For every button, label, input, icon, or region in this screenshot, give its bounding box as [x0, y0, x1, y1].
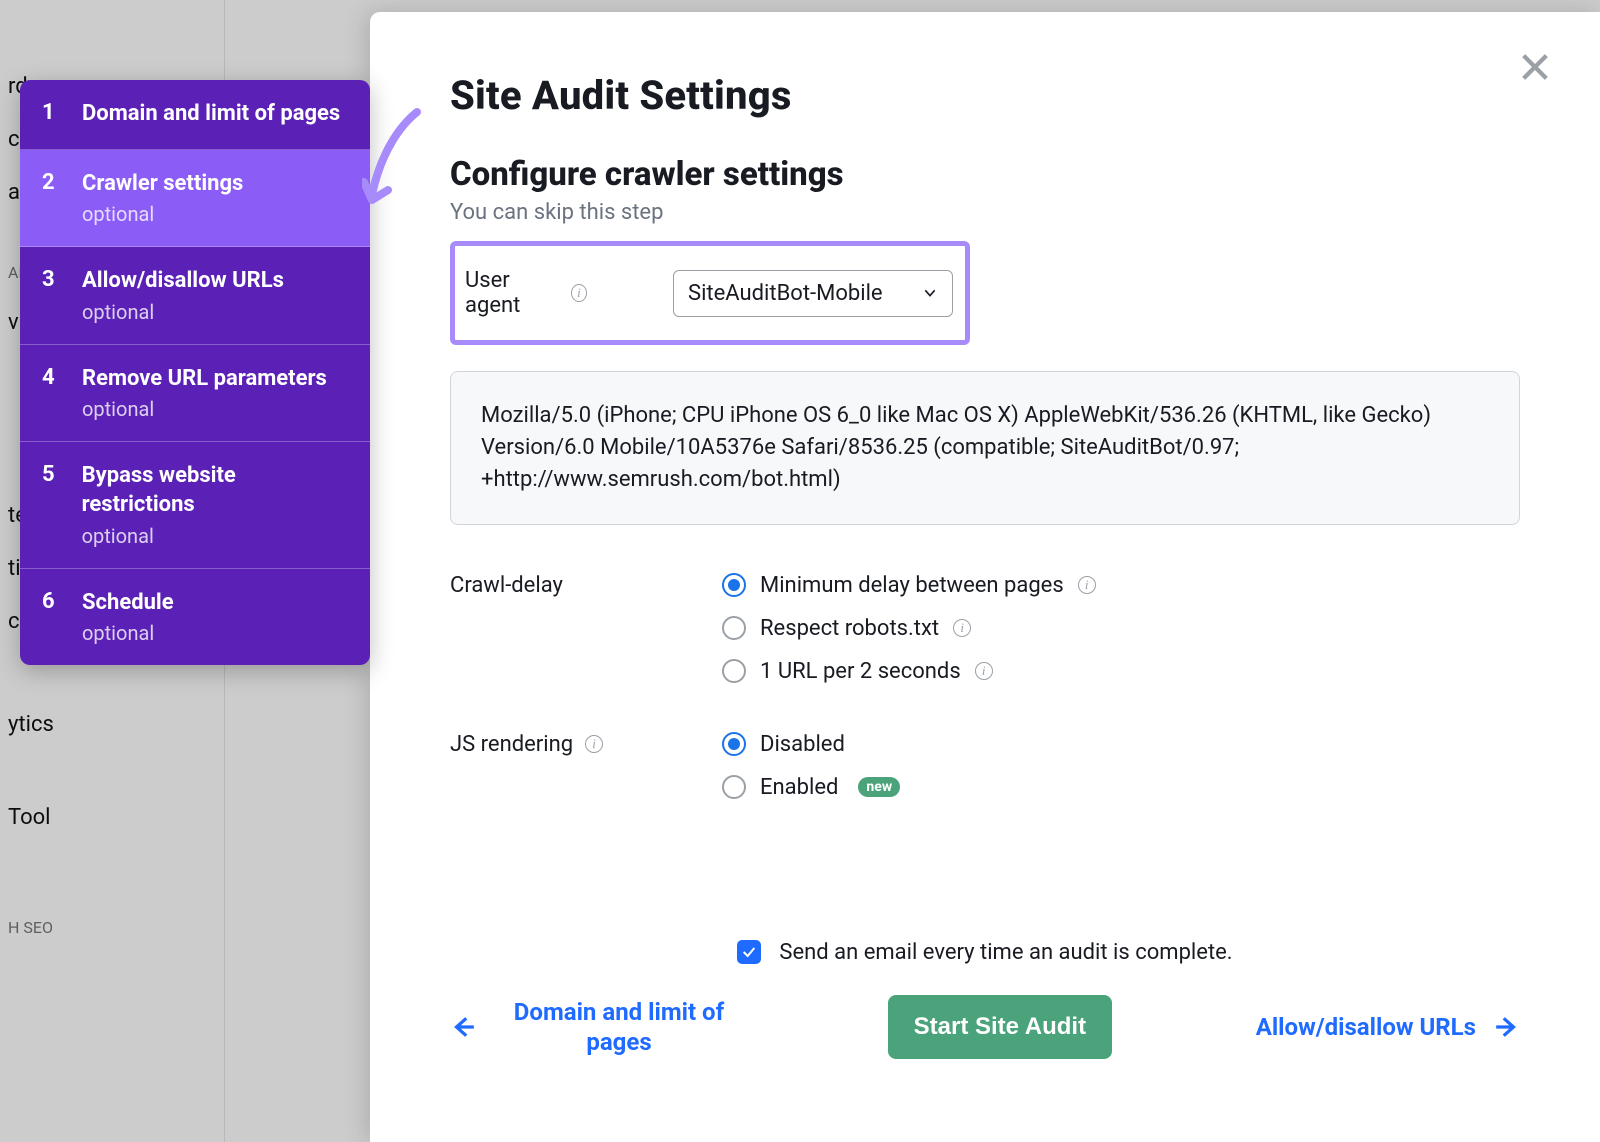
radio-label: Minimum delay between pages	[760, 573, 1064, 598]
settings-modal: Site Audit Settings Configure crawler se…	[370, 12, 1600, 1142]
step-title: Remove URL parameters	[82, 365, 327, 394]
step-number: 1	[42, 100, 60, 129]
step-6[interactable]: 6 Schedule optional	[20, 569, 370, 666]
arrow-right-icon	[1494, 1014, 1520, 1040]
step-5[interactable]: 5 Bypass website restrictions optional	[20, 442, 370, 568]
step-title: Bypass website restrictions	[82, 462, 348, 519]
section-title: Configure crawler settings	[450, 155, 1520, 194]
js-rendering-label: JS rendering	[450, 732, 573, 757]
step-title: Allow/disallow URLs	[82, 267, 284, 296]
radio-icon	[722, 659, 746, 683]
crawl-delay-option-1per2[interactable]: 1 URL per 2 seconds i	[722, 659, 1096, 684]
info-icon[interactable]: i	[953, 619, 971, 637]
step-3[interactable]: 3 Allow/disallow URLs optional	[20, 247, 370, 345]
radio-icon	[722, 616, 746, 640]
info-icon[interactable]: i	[571, 284, 587, 302]
js-rendering-row: JS rendering i Disabled Enabled new	[450, 732, 1520, 800]
radio-label: Disabled	[760, 732, 845, 757]
step-number: 4	[42, 365, 60, 422]
step-optional: optional	[82, 202, 243, 226]
next-step-label: Allow/disallow URLs	[1256, 1012, 1476, 1042]
step-optional: optional	[82, 397, 327, 421]
wizard-steps: 1 Domain and limit of pages 2 Crawler se…	[20, 80, 370, 665]
user-agent-label: User agent i	[465, 268, 587, 318]
js-disabled-option[interactable]: Disabled	[722, 732, 900, 757]
email-checkbox-row[interactable]: Send an email every time an audit is com…	[450, 940, 1520, 965]
next-step-button[interactable]: Allow/disallow URLs	[1256, 1012, 1520, 1042]
step-number: 6	[42, 589, 60, 646]
user-agent-label-text: User agent	[465, 268, 559, 318]
user-agent-row: User agent i SiteAuditBot-Mobile	[450, 241, 970, 345]
step-number: 2	[42, 170, 60, 227]
step-1[interactable]: 1 Domain and limit of pages	[20, 80, 370, 150]
step-title: Schedule	[82, 589, 174, 618]
user-agent-value: SiteAuditBot-Mobile	[688, 281, 883, 306]
arrow-left-icon	[450, 1014, 476, 1040]
radio-label: Enabled	[760, 775, 838, 800]
step-title: Domain and limit of pages	[82, 100, 340, 129]
step-optional: optional	[82, 621, 174, 645]
step-title: Crawler settings	[82, 170, 243, 199]
radio-icon	[722, 732, 746, 756]
step-2[interactable]: 2 Crawler settings optional	[20, 150, 370, 248]
step-optional: optional	[82, 524, 348, 548]
user-agent-string: Mozilla/5.0 (iPhone; CPU iPhone OS 6_0 l…	[450, 371, 1520, 525]
wizard-footer: Domain and limit of pages Start Site Aud…	[450, 995, 1520, 1059]
crawl-delay-label: Crawl-delay	[450, 573, 563, 598]
step-number: 5	[42, 462, 60, 547]
radio-icon	[722, 775, 746, 799]
info-icon[interactable]: i	[975, 662, 993, 680]
step-4[interactable]: 4 Remove URL parameters optional	[20, 345, 370, 443]
info-icon[interactable]: i	[1078, 576, 1096, 594]
step-optional: optional	[82, 300, 284, 324]
start-audit-button[interactable]: Start Site Audit	[888, 995, 1112, 1059]
prev-step-button[interactable]: Domain and limit of pages	[450, 997, 744, 1057]
crawl-delay-option-min[interactable]: Minimum delay between pages i	[722, 573, 1096, 598]
modal-title: Site Audit Settings	[450, 72, 1520, 119]
prev-step-label: Domain and limit of pages	[494, 997, 744, 1057]
chevron-down-icon	[922, 285, 938, 301]
section-hint: You can skip this step	[450, 200, 1520, 225]
email-checkbox-label: Send an email every time an audit is com…	[779, 940, 1232, 965]
js-enabled-option[interactable]: Enabled new	[722, 775, 900, 800]
crawl-delay-row: Crawl-delay Minimum delay between pages …	[450, 573, 1520, 684]
user-agent-select[interactable]: SiteAuditBot-Mobile	[673, 270, 953, 317]
checkbox-icon	[737, 940, 761, 964]
new-badge: new	[858, 777, 900, 797]
radio-icon	[722, 573, 746, 597]
radio-label: 1 URL per 2 seconds	[760, 659, 961, 684]
info-icon[interactable]: i	[585, 735, 603, 753]
radio-label: Respect robots.txt	[760, 616, 939, 641]
step-number: 3	[42, 267, 60, 324]
crawl-delay-option-robots[interactable]: Respect robots.txt i	[722, 616, 1096, 641]
